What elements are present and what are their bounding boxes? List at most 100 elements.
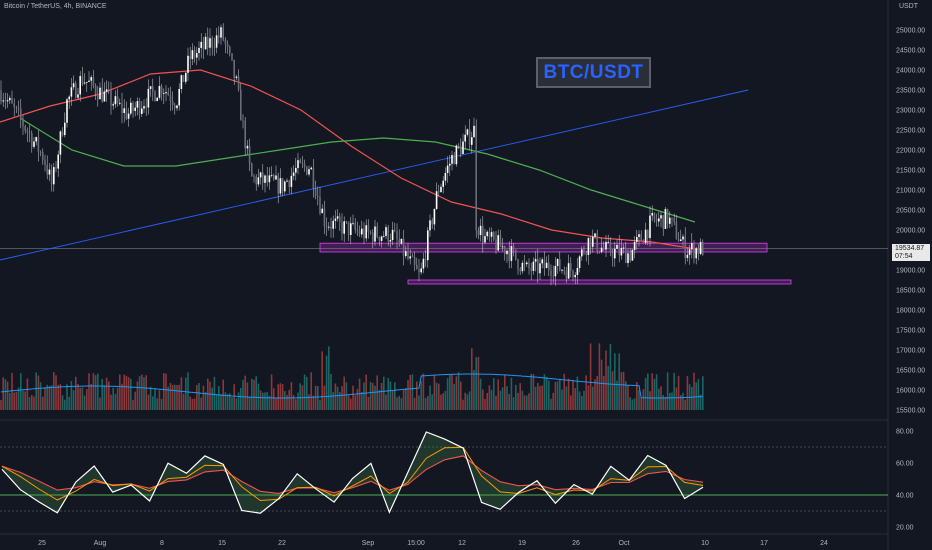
volume-bar xyxy=(664,396,667,410)
candle-body xyxy=(616,244,618,249)
volume-bar xyxy=(537,383,539,410)
volume-bar xyxy=(94,375,97,410)
volume-bar xyxy=(48,385,51,410)
candle-body xyxy=(180,75,183,90)
candle-body xyxy=(37,137,40,152)
candle-body xyxy=(154,91,156,102)
candle-body xyxy=(682,236,684,240)
candle-body xyxy=(618,244,620,256)
volume-bar xyxy=(526,395,528,410)
candle-body xyxy=(389,240,392,242)
volume-bar xyxy=(114,393,117,410)
candle-body xyxy=(675,221,678,239)
candle-body xyxy=(662,215,664,229)
volume-bar xyxy=(53,372,55,410)
volume-bar xyxy=(187,372,189,410)
candle-body xyxy=(218,35,220,38)
volume-bar xyxy=(198,383,200,410)
y-tick-label: 19000.00 xyxy=(896,268,925,275)
volume-bar xyxy=(72,390,75,410)
candle-body xyxy=(600,247,603,253)
candle-body xyxy=(334,218,337,221)
volume-bar xyxy=(607,365,609,410)
candle-body xyxy=(248,145,251,164)
candle-body xyxy=(53,167,55,185)
grid-lines xyxy=(0,0,889,550)
candle-body xyxy=(422,258,425,269)
volume-bar xyxy=(347,395,350,410)
candle-body xyxy=(636,236,638,242)
volume-bar xyxy=(385,394,387,410)
candle-body xyxy=(512,245,515,250)
volume-bar xyxy=(449,374,451,410)
candle-body xyxy=(288,180,290,187)
candle-body xyxy=(398,239,400,244)
volume-bar xyxy=(427,395,429,410)
candle-body xyxy=(486,231,488,237)
volume-bar xyxy=(323,385,326,410)
volume-bar xyxy=(127,377,130,410)
candle-body xyxy=(189,55,191,60)
volume-bar xyxy=(145,375,147,410)
candle-body xyxy=(20,108,22,119)
volume-bar xyxy=(622,371,625,410)
volume-bar xyxy=(618,353,620,410)
candle-body xyxy=(515,249,517,260)
volume-bar xyxy=(358,378,361,410)
volume-bar xyxy=(484,398,486,410)
volume-bar xyxy=(363,382,365,410)
volume-bar xyxy=(572,379,574,410)
support-zone xyxy=(407,279,792,285)
volume-bar xyxy=(57,384,59,410)
candle-body xyxy=(405,251,407,257)
volume-bar xyxy=(277,384,279,410)
volume-bar xyxy=(336,386,339,410)
volume-bar xyxy=(367,396,370,410)
candle-body xyxy=(631,249,634,261)
candle-body xyxy=(339,216,341,223)
volume-bar xyxy=(523,395,526,410)
volume-bar xyxy=(33,396,35,410)
candle-body xyxy=(301,162,304,164)
candle-body xyxy=(103,91,106,102)
candle-body xyxy=(376,226,378,238)
candle-body xyxy=(484,236,486,243)
pair-badge: BTC/USDT xyxy=(536,57,651,88)
volume-bar xyxy=(530,373,532,410)
volume-bar xyxy=(490,389,493,410)
candle-body xyxy=(380,236,383,241)
volume-bar xyxy=(288,389,290,410)
candle-body xyxy=(352,222,354,224)
volume-bar xyxy=(235,398,238,410)
candle-body xyxy=(614,248,616,259)
volume-bar xyxy=(638,390,640,410)
volume-bar xyxy=(653,378,656,410)
candle-body xyxy=(286,180,288,182)
x-tick-label: 19 xyxy=(518,540,526,547)
volume-bar xyxy=(50,385,53,410)
candle-body xyxy=(295,167,297,173)
volume-bar xyxy=(24,391,26,410)
volume-bar xyxy=(196,385,198,410)
candle-body xyxy=(101,87,103,102)
volume-bar xyxy=(519,383,521,410)
volume-bar xyxy=(297,392,299,410)
volume-bar xyxy=(391,390,394,410)
candle-body xyxy=(574,274,576,278)
volume-bar xyxy=(592,386,594,410)
candle-body xyxy=(695,248,697,259)
x-tick-label: 12 xyxy=(458,540,466,547)
candle-body xyxy=(396,231,398,240)
volume-bar xyxy=(35,372,37,410)
moving-average-slow-line xyxy=(19,117,696,223)
candle-body xyxy=(583,249,585,254)
candle-body xyxy=(57,154,59,169)
volume-bar xyxy=(396,397,398,410)
candle-body xyxy=(479,225,482,236)
volume-bar xyxy=(26,378,29,410)
volume-bar xyxy=(46,384,48,410)
candle-body xyxy=(609,241,612,254)
candle-body xyxy=(640,234,642,241)
candle-body xyxy=(312,167,315,189)
volume-bar xyxy=(350,398,352,410)
